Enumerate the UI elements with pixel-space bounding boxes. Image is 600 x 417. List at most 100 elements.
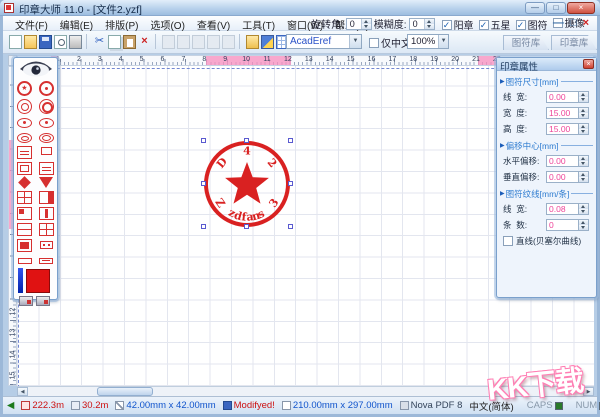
field-spinner[interactable]	[579, 155, 589, 167]
open-icon[interactable]	[24, 35, 37, 49]
checkbox-图符[interactable]: ✓图符	[516, 17, 548, 32]
minimize-button[interactable]: —	[525, 2, 545, 14]
zoom-select[interactable]: 100% ▼	[407, 34, 449, 49]
selection-handle-nw[interactable]	[201, 138, 206, 143]
checkbox-box[interactable]: ✓	[479, 20, 489, 30]
blur-input[interactable]: 0	[409, 18, 435, 30]
checkbox-box[interactable]	[503, 236, 513, 246]
spin-down-icon[interactable]	[579, 129, 588, 134]
font-select[interactable]: AcadEref ▼	[286, 34, 362, 49]
rotate-angle-spinner[interactable]	[361, 19, 371, 29]
field-spinner[interactable]	[579, 91, 589, 103]
square-square-icon[interactable]	[17, 162, 32, 175]
oval-ring-icon[interactable]	[17, 133, 32, 143]
paste-icon[interactable]	[123, 35, 136, 49]
doc-restore-button[interactable]: □	[570, 17, 577, 29]
stamp-object[interactable]: D42Zzdfans3	[197, 134, 297, 234]
spin-down-icon[interactable]	[362, 24, 371, 29]
field-spinner[interactable]	[579, 123, 589, 135]
new-icon[interactable]	[9, 35, 22, 49]
oval-dot-icon[interactable]	[17, 118, 32, 128]
align-top-icon[interactable]	[207, 35, 220, 49]
tab-symbol-library[interactable]: 图符库	[503, 35, 549, 50]
rect-lines-icon[interactable]	[17, 146, 32, 159]
selection-handle-sw[interactable]	[201, 224, 206, 229]
rect-wide2-icon[interactable]	[39, 258, 53, 264]
doc-minimize-button[interactable]: —	[553, 17, 564, 29]
align-bottom-icon[interactable]	[222, 35, 235, 49]
checkbox-五星[interactable]: ✓五星	[479, 17, 511, 32]
stamp-tool-icon[interactable]	[19, 296, 33, 306]
checkbox-阳章[interactable]: ✓阳章	[442, 17, 474, 32]
chevron-down-icon[interactable]: ▼	[349, 35, 361, 48]
scroll-right-icon[interactable]: ▶	[583, 387, 594, 396]
align-center-icon[interactable]	[177, 35, 190, 49]
save-icon[interactable]	[39, 35, 52, 49]
selection-handle-se[interactable]	[288, 224, 293, 229]
selection-handle-e[interactable]	[288, 181, 293, 186]
close-button[interactable]: ×	[567, 2, 595, 14]
circle-dot-icon[interactable]	[39, 81, 54, 96]
selection-handle-n[interactable]	[244, 138, 249, 143]
only-chinese-checkbox[interactable]: 仅中文	[369, 35, 411, 50]
doc-close-button[interactable]: ×	[583, 17, 589, 29]
maximize-button[interactable]: □	[546, 2, 566, 14]
rect-small-icon[interactable]	[41, 147, 52, 155]
print-icon[interactable]	[69, 35, 82, 49]
field-value-input[interactable]: 0.00	[546, 171, 579, 183]
checkbox-box[interactable]: ✓	[516, 20, 526, 30]
preview-icon[interactable]	[54, 35, 67, 49]
chevron-down-icon[interactable]: ▼	[438, 35, 448, 48]
square-cross2-icon[interactable]	[39, 223, 54, 236]
field-value-input[interactable]: 15.00	[546, 107, 579, 119]
field-spinner[interactable]	[579, 107, 589, 119]
menu-item-2[interactable]: 排版(P)	[99, 16, 144, 31]
circle-star-icon[interactable]	[17, 81, 32, 96]
selection-handle-w[interactable]	[201, 181, 206, 186]
import-icon[interactable]	[246, 35, 259, 49]
menu-item-3[interactable]: 选项(O)	[144, 16, 190, 31]
menu-item-4[interactable]: 查看(V)	[191, 16, 236, 31]
ring-dot-icon[interactable]	[17, 99, 32, 114]
spin-down-icon[interactable]	[579, 177, 588, 182]
bezier-checkbox[interactable]: 直线(贝塞尔曲线)	[497, 233, 596, 248]
checkbox-box[interactable]: ✓	[442, 20, 452, 30]
spin-down-icon[interactable]	[579, 209, 588, 214]
scroll-left-icon[interactable]: ◀	[17, 387, 28, 396]
spin-down-icon[interactable]	[579, 225, 588, 230]
menu-item-5[interactable]: 工具(T)	[236, 16, 281, 31]
ring-rings-icon[interactable]	[39, 99, 54, 114]
triangle-icon[interactable]	[39, 177, 53, 188]
square-bar-icon[interactable]	[39, 207, 54, 220]
delete-icon[interactable]: ×	[138, 35, 151, 49]
rotate-angle-input[interactable]: 0	[346, 18, 372, 30]
selection-handle-s[interactable]	[244, 224, 249, 229]
spin-down-icon[interactable]	[425, 24, 434, 29]
rect-wide-icon[interactable]	[18, 258, 32, 264]
red-color-swatch[interactable]	[26, 269, 50, 293]
scrollbar-thumb[interactable]	[97, 387, 153, 396]
field-value-input[interactable]: 0	[546, 219, 579, 231]
spin-down-icon[interactable]	[579, 113, 588, 118]
panel-title-bar[interactable]: 印章属性 ×	[497, 58, 596, 71]
square-lines-icon[interactable]	[39, 162, 54, 175]
menu-item-0[interactable]: 文件(F)	[9, 16, 54, 31]
field-value-input[interactable]: 0.00	[546, 91, 579, 103]
blue-color-bar[interactable]	[18, 268, 23, 293]
stamp-tool-icon[interactable]	[36, 296, 50, 306]
field-spinner[interactable]	[579, 203, 589, 215]
field-value-input[interactable]: 0.08	[546, 203, 579, 215]
rect-dots-icon[interactable]	[40, 241, 53, 249]
blur-spinner[interactable]	[424, 19, 434, 29]
fill-color-icon[interactable]	[261, 35, 274, 49]
square-split-icon[interactable]	[17, 223, 32, 236]
diamond-icon[interactable]	[18, 176, 31, 189]
panel-close-button[interactable]: ×	[583, 59, 594, 69]
field-spinner[interactable]	[579, 219, 589, 231]
oval-dot2-icon[interactable]	[39, 118, 54, 128]
square-fill-icon[interactable]	[17, 239, 32, 252]
field-spinner[interactable]	[579, 171, 589, 183]
spin-down-icon[interactable]	[579, 161, 588, 166]
checkbox-box[interactable]	[369, 38, 379, 48]
field-value-input[interactable]: 0.00	[546, 155, 579, 167]
